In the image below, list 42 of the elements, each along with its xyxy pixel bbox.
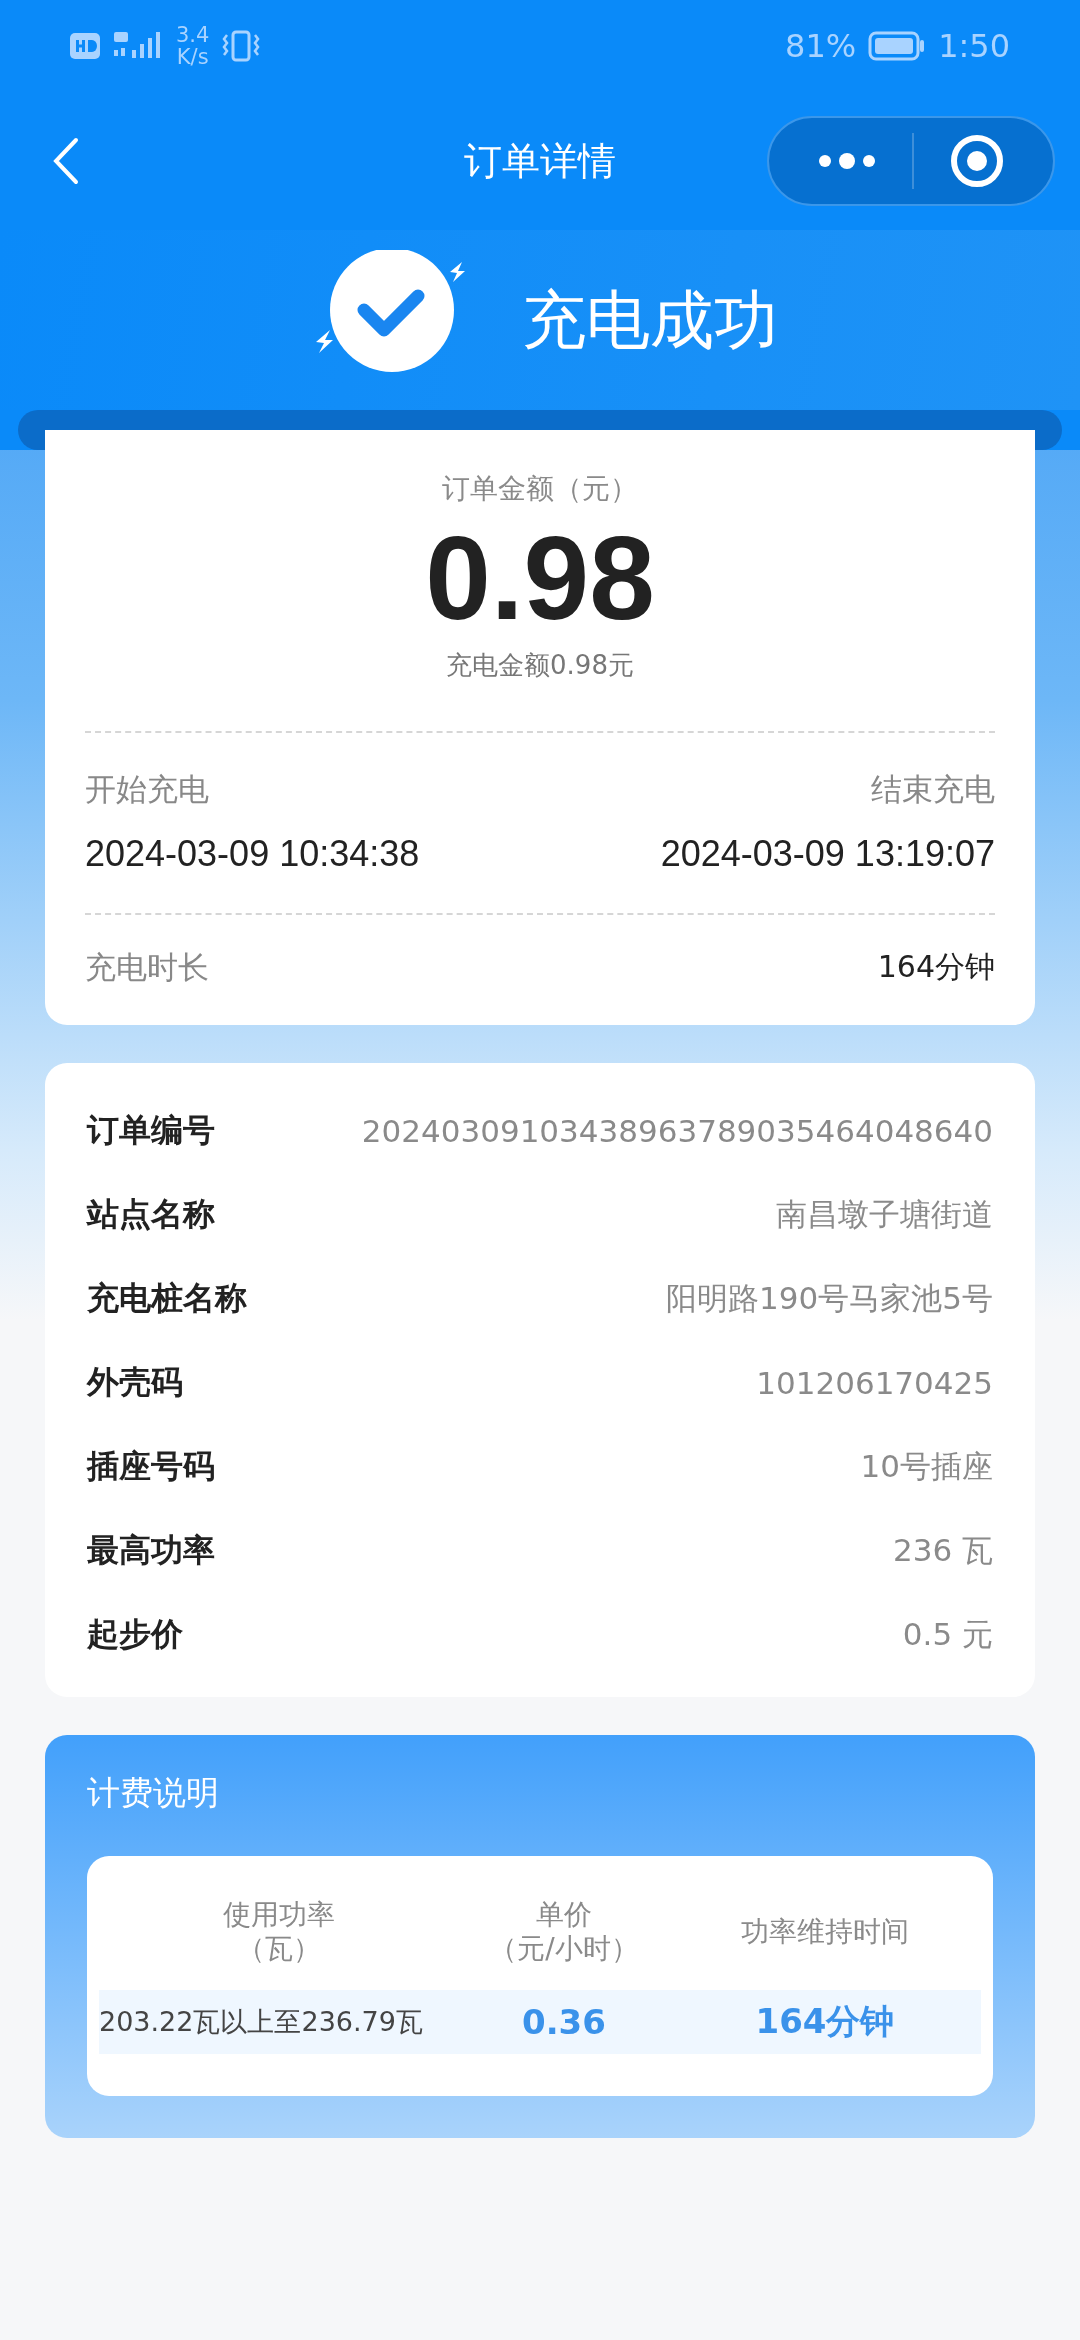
column-header: 功率维持时间 [741,1915,909,1949]
detail-value: 0.5 元 [902,1615,993,1654]
detail-value: 10号插座 [860,1447,993,1486]
start-time: 2024-03-09 10:34:38 [85,833,420,875]
detail-value: 236 瓦 [892,1531,993,1570]
battery-icon [868,31,927,61]
clock: 1:50 [938,27,1010,65]
detail-value: 101206170425 [756,1365,993,1401]
column-header: 使用功率 [223,1898,335,1932]
detail-value: 阳明路190号马家池5号 [666,1279,993,1318]
hd-icon [70,33,100,59]
success-title: 充电成功 [522,281,778,359]
detail-value: 南昌墩子塘街道 [776,1195,993,1234]
page-title: 订单详情 [464,137,616,185]
network-speed: 3.4 K/s [176,24,210,68]
detail-label: 外壳码 [87,1362,183,1403]
billing-title: 计费说明 [87,1772,220,1814]
detail-label: 起步价 [87,1614,183,1655]
detail-label: 订单编号 [87,1110,215,1151]
battery-percent: 81% [785,27,857,65]
detail-label: 最高功率 [87,1530,215,1571]
end-label: 结束充电 [871,770,995,809]
close-target-icon[interactable] [949,133,1006,189]
amount-note: 充电金额0.98元 [446,649,634,682]
vibrate-icon [221,29,262,63]
column-header: 单价 [536,1898,592,1932]
duration-label: 充电时长 [85,948,209,987]
table-cell-text: 164分钟 [754,2000,896,2043]
detail-label: 充电桩名称 [87,1278,247,1319]
column-unit: （瓦） [237,1932,321,1966]
detail-label: 站点名称 [87,1194,215,1235]
duration-value: 164分钟 [877,948,995,986]
amount-label: 订单金额（元） [442,471,638,507]
table-cell-text: 0.36 [521,2002,607,2042]
order-amount: 0.98 [425,511,655,646]
start-label: 开始充电 [85,770,209,809]
more-icon[interactable] [816,151,877,171]
detail-label: 插座号码 [87,1446,215,1487]
detail-value: 20240309103438963789035464048640 [361,1113,993,1149]
column-unit: （元/小时） [489,1932,639,1966]
table-cell-text: 203.22瓦以上至236.79瓦 [99,2005,424,2039]
end-time: 2024-03-09 13:19:07 [660,833,995,875]
